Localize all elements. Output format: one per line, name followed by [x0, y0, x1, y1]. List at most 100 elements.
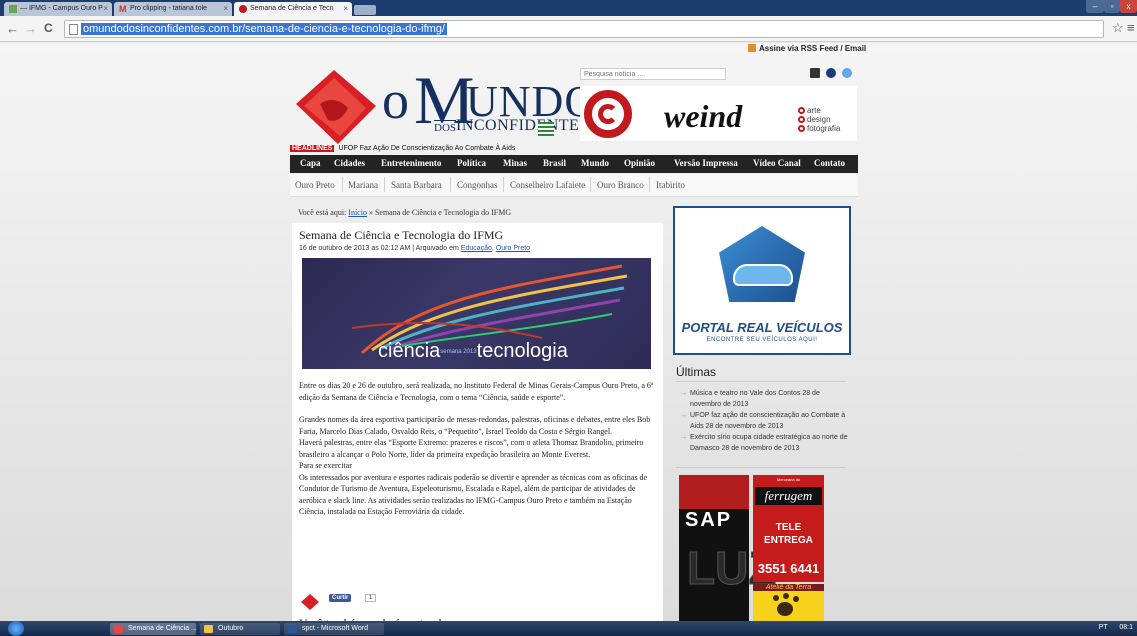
close-icon[interactable]: × — [343, 4, 348, 13]
paragraph: Haverá palestras, entre elas “Esporte Ex… — [299, 438, 644, 459]
article-body: Entre os dias 20 e 26 de outubro, será r… — [299, 380, 657, 518]
bookmark-star-icon[interactable]: ☆ — [1112, 20, 1124, 36]
new-tab-button[interactable] — [354, 5, 376, 15]
globe-logo-icon — [296, 70, 376, 144]
article: Semana de Ciência e Tecnologia do IFMG 1… — [292, 223, 663, 621]
subnav-ouro-branco[interactable]: Ouro Branco — [597, 180, 644, 190]
car-icon — [733, 264, 793, 286]
ferrugem-ad[interactable]: Mercearia do ferrugem TELE ENTREGA 3551 … — [753, 475, 824, 582]
facebook-icon[interactable] — [826, 68, 836, 78]
latest-item[interactable]: UFOP faz ação de conscientização ao Comb… — [680, 410, 850, 432]
nav-versao-impressa[interactable]: Versão Impressa — [674, 158, 738, 168]
like-label: Curtir — [332, 595, 349, 601]
clock[interactable]: 08:1 — [1119, 624, 1133, 631]
subnav-ouro-preto[interactable]: Ouro Preto — [295, 180, 335, 190]
image-year: semana 2013 — [440, 349, 477, 355]
paw-toe-icon — [793, 596, 799, 602]
image-word-tecnologia: tecnologia — [476, 340, 568, 362]
nav-video-canal[interactable]: Vídeo Canal — [753, 158, 801, 168]
facebook-like-button[interactable]: Curtir — [329, 594, 352, 602]
logo-word-inconfidentes: INCONFIDENTES — [456, 117, 589, 134]
divider — [384, 177, 385, 192]
nav-cidades[interactable]: Cidades — [334, 158, 365, 168]
close-icon[interactable]: × — [103, 4, 108, 13]
nav-minas[interactable]: Minas — [503, 158, 527, 168]
window-close-icon[interactable]: x — [1120, 0, 1137, 13]
nav-entretenimento[interactable]: Entretenimento — [381, 158, 441, 168]
latest-item[interactable]: Música e teatro no Vale dos Contos 28 de… — [680, 388, 850, 410]
social-network-icon[interactable] — [810, 68, 820, 78]
subnav-santa-barbara[interactable]: Santa Barbara — [391, 180, 442, 190]
nav-opiniao[interactable]: Opinião — [624, 158, 655, 168]
banner-line-text: arte — [807, 106, 821, 115]
category-link-ouro-preto[interactable]: Ouro Preto — [496, 245, 530, 252]
site-logo[interactable]: o M UNDO DOS INCONFIDENTES — [290, 64, 596, 148]
flag-icon — [538, 122, 554, 136]
breadcrumb-home-link[interactable]: Início — [348, 208, 367, 217]
ad-ferrugem-top: Mercearia do — [776, 477, 801, 482]
minimize-icon[interactable]: – — [1086, 0, 1104, 13]
breadcrumb-separator: » — [368, 208, 373, 217]
taskbar-label: spct - Microsoft Word — [302, 625, 368, 632]
ad-sap-text: SAP — [685, 509, 733, 531]
rss-link[interactable]: Assine via RSS Feed / Email — [748, 44, 866, 53]
breadcrumb: Você está aqui: Início » Semana de Ciênc… — [298, 208, 511, 217]
close-icon[interactable]: × — [223, 4, 228, 13]
nav-politica[interactable]: Política — [457, 158, 486, 168]
nav-capa[interactable]: Capa — [300, 158, 321, 168]
reload-icon[interactable]: C — [44, 21, 53, 35]
atelie-ad[interactable]: Ateliê da Terra — [753, 584, 824, 621]
tab-semana[interactable]: Semana de Ciência e Tecn × — [234, 2, 352, 16]
rss-icon — [748, 44, 756, 52]
divider — [676, 467, 846, 468]
divider — [676, 381, 846, 382]
latest-item[interactable]: Exército sírio ocupa cidade estratégica … — [680, 432, 850, 454]
tab-gmail[interactable]: M Pro clipping - tatiana.tole × — [114, 2, 232, 16]
paw-toe-icon — [783, 593, 789, 599]
search-input[interactable] — [580, 68, 726, 80]
like-count: 1 — [365, 594, 377, 602]
ad-phone: 3551 6441 — [757, 561, 820, 576]
ifmg-favicon-icon — [9, 5, 17, 13]
twitter-icon[interactable] — [842, 68, 852, 78]
back-arrow-icon[interactable]: ← — [6, 21, 19, 36]
headline-link[interactable]: UFOP Faz Ação De Conscientização Ao Comb… — [338, 145, 515, 152]
menu-icon[interactable]: ≡ — [1127, 20, 1135, 35]
nav-brasil[interactable]: Brasil — [543, 158, 566, 168]
subnav-conselheiro-lafaiete[interactable]: Conselheiro Lafaiete — [510, 180, 585, 190]
article-footer: Curtir 1 — [299, 592, 419, 612]
paragraph-subheading: Para se exercitar — [299, 461, 352, 470]
taskbar-item-chrome[interactable]: Semana de Ciência ... — [110, 623, 197, 635]
url-text[interactable]: omundodosinconfidentes.com.br/semana-de-… — [81, 23, 447, 35]
weind-banner-ad[interactable]: weind arte design fotografia — [580, 86, 857, 141]
browser-toolbar: ← → C omundodosinconfidentes.com.br/sema… — [0, 16, 1137, 42]
divider — [450, 177, 451, 192]
paw-toe-icon — [773, 595, 779, 601]
ad-atelie-text: Ateliê da Terra — [753, 584, 824, 591]
nav-contato[interactable]: Contato — [814, 158, 845, 168]
portal-real-veiculos-ad[interactable]: PORTAL REAL VEÍCULOS ENCONTRE SEU VEÍCUL… — [673, 206, 851, 355]
address-bar[interactable]: omundodosinconfidentes.com.br/semana-de-… — [64, 20, 1104, 38]
start-button-icon[interactable] — [8, 621, 24, 636]
banner-brand: weind — [664, 98, 743, 134]
logo-word-dos: DOS — [434, 120, 457, 134]
sub-navigation: Ouro Preto Mariana Santa Barbara Congonh… — [290, 174, 858, 197]
tab-ifmg[interactable]: — IFMG - Campus Ouro P × — [4, 2, 112, 16]
taskbar-item-word[interactable]: spct - Microsoft Word — [284, 623, 384, 635]
language-indicator[interactable]: PT — [1099, 624, 1108, 631]
ad-tele-entrega: TELE ENTREGA — [764, 522, 813, 546]
word-icon — [288, 625, 297, 633]
windows-taskbar: Semana de Ciência ... Outubro spct - Mic… — [0, 621, 1137, 636]
sap-luz-ad[interactable]: SAP LUZ — [679, 475, 777, 621]
ad-ferrugem-name: ferrugem — [755, 487, 822, 505]
taskbar-item-folder[interactable]: Outubro — [200, 623, 280, 635]
ad-red-block — [679, 475, 749, 509]
maximize-icon[interactable]: ▫ — [1104, 0, 1120, 13]
subnav-itabirito[interactable]: Itabirito — [656, 180, 685, 190]
nav-mundo[interactable]: Mundo — [581, 158, 609, 168]
subnav-mariana[interactable]: Mariana — [348, 180, 378, 190]
paw-icon — [777, 602, 793, 616]
category-link-educacao[interactable]: Educação — [461, 245, 492, 252]
subnav-congonhas[interactable]: Congonhas — [457, 180, 498, 190]
forward-arrow-icon[interactable]: → — [24, 21, 37, 36]
